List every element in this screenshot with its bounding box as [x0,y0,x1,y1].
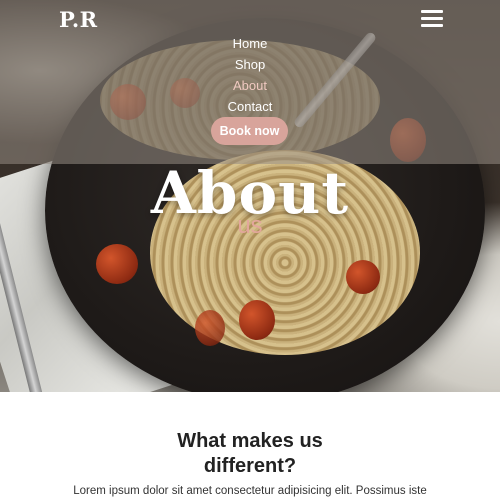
content-section: What makes us different? Lorem ipsum dol… [0,392,500,501]
hero-section: P.R Home Shop About Contact Book now Abo… [0,0,500,392]
book-now-button[interactable]: Book now [211,117,288,145]
nav-link-about[interactable]: About [233,78,267,93]
nav-link-home[interactable]: Home [233,36,268,51]
tomato-image [346,260,380,294]
section-title-line1: What makes us [177,430,323,452]
tomato-image [96,244,138,284]
nav-item-shop: Shop [0,55,500,76]
section-title: What makes us different? [0,429,500,479]
section-body-text: Lorem ipsum dolor sit amet consectetur a… [73,485,427,497]
nav-item-about: About [0,76,500,97]
hamburger-menu-icon[interactable] [421,9,443,29]
nav-menu: Home Shop About Contact [0,34,500,118]
section-title-line2: different? [203,455,297,477]
hero-subtitle: us [237,212,263,239]
nav-link-shop[interactable]: Shop [235,57,265,72]
nav-link-contact[interactable]: Contact [228,99,273,114]
nav-item-contact: Contact [0,97,500,118]
tomato-image [239,300,275,340]
tomato-image [195,310,225,346]
brand-logo[interactable]: P.R [59,7,98,32]
nav-item-home: Home [0,34,500,55]
